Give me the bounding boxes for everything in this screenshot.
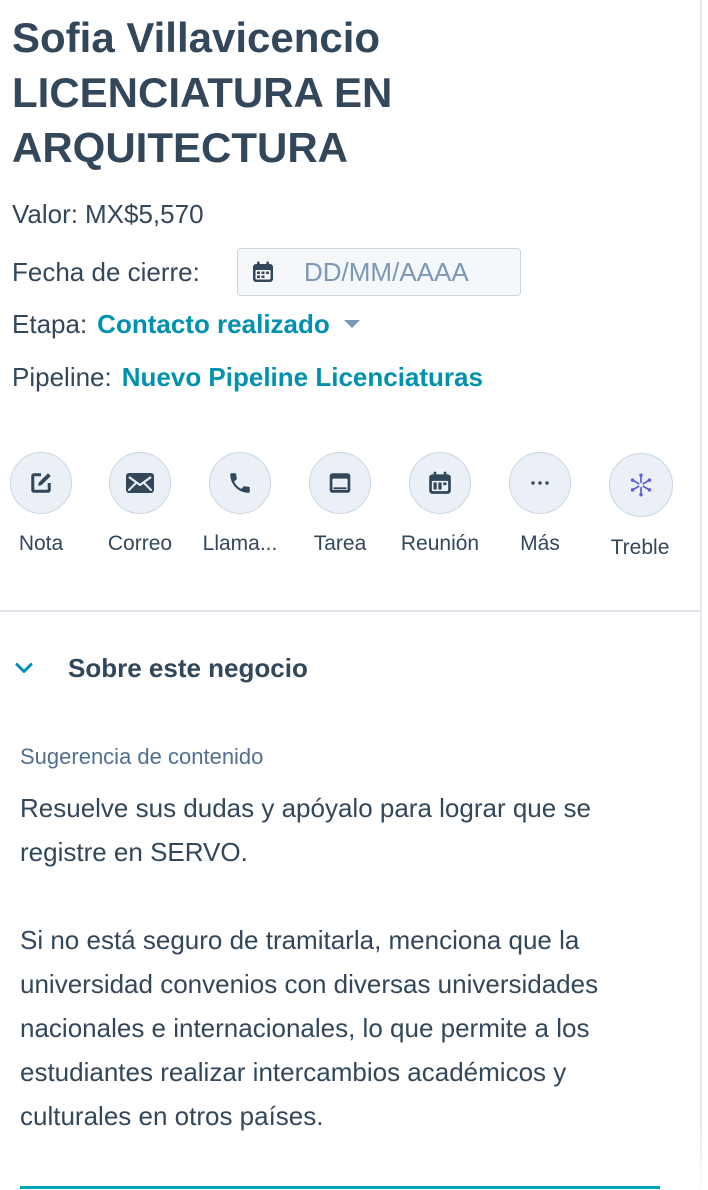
suggestion-paragraph: Resuelve sus dudas y apóyalo para lograr… <box>20 793 591 867</box>
deal-title-line-1: Sofia Villavicencio <box>12 14 381 61</box>
edit-note-icon <box>31 473 51 493</box>
action-call-label: Llama... <box>202 532 278 555</box>
section-divider <box>0 610 700 612</box>
property-fecha-cierre: Fecha de cierre: <box>12 254 210 290</box>
deal-title-line-2: LICENCIATURA EN <box>12 69 393 116</box>
action-meeting-label: Reunión <box>400 532 480 555</box>
task-icon <box>329 473 351 493</box>
property-valor: Valor: MX$5,570 <box>12 196 204 232</box>
action-task-label: Tarea <box>313 532 367 555</box>
stage-dropdown[interactable]: Contacto realizado <box>97 309 360 340</box>
action-more-label: Más <box>520 532 560 555</box>
stage-value: Contacto realizado <box>97 308 330 339</box>
action-email-label: Correo <box>107 532 173 555</box>
valor-label: Valor: <box>12 198 78 229</box>
envelope-icon <box>126 473 154 493</box>
section-about-deal-toggle[interactable]: Sobre este negocio <box>12 648 308 688</box>
suggestion-text: Resuelve sus dudas y apóyalo para lograr… <box>20 786 660 1138</box>
pipeline-label: Pipeline: <box>12 361 112 392</box>
deal-title: Sofia Villavicencio LICENCIATURA EN ARQU… <box>12 10 672 175</box>
close-date-field[interactable] <box>237 248 521 296</box>
deal-title-line-3: ARQUITECTURA <box>12 124 348 171</box>
property-etapa: Etapa: Contacto realizado <box>12 306 360 342</box>
action-treble-label: Treble <box>610 536 670 559</box>
activity-actions: Nota Correo Llama... Tarea Reunión Más T… <box>0 450 700 570</box>
fecha-cierre-label: Fecha de cierre: <box>12 256 200 287</box>
scroll-fade <box>0 1130 708 1190</box>
action-note-label: Nota <box>18 532 64 555</box>
suggestion-label: Sugerencia de contenido <box>20 744 264 769</box>
phone-icon <box>230 473 250 493</box>
accent-line <box>20 1186 660 1189</box>
calendar-icon <box>253 261 273 282</box>
more-icon <box>531 481 549 485</box>
property-pipeline: Pipeline: Nuevo Pipeline Licenciaturas <box>12 359 483 395</box>
treble-icon <box>630 473 652 497</box>
valor-value: MX$5,570 <box>85 198 204 229</box>
close-date-input[interactable] <box>304 255 514 289</box>
pipeline-value[interactable]: Nuevo Pipeline Licenciaturas <box>122 362 483 393</box>
suggestion-paragraph: Si no está seguro de tramitarla, mencion… <box>20 925 599 1131</box>
calendar-meeting-icon <box>429 471 451 494</box>
caret-down-icon <box>343 320 360 328</box>
section-title: Sobre este negocio <box>68 652 308 683</box>
panel-right-border <box>700 0 702 1190</box>
etapa-label: Etapa: <box>12 308 88 339</box>
chevron-down-icon <box>15 663 33 673</box>
